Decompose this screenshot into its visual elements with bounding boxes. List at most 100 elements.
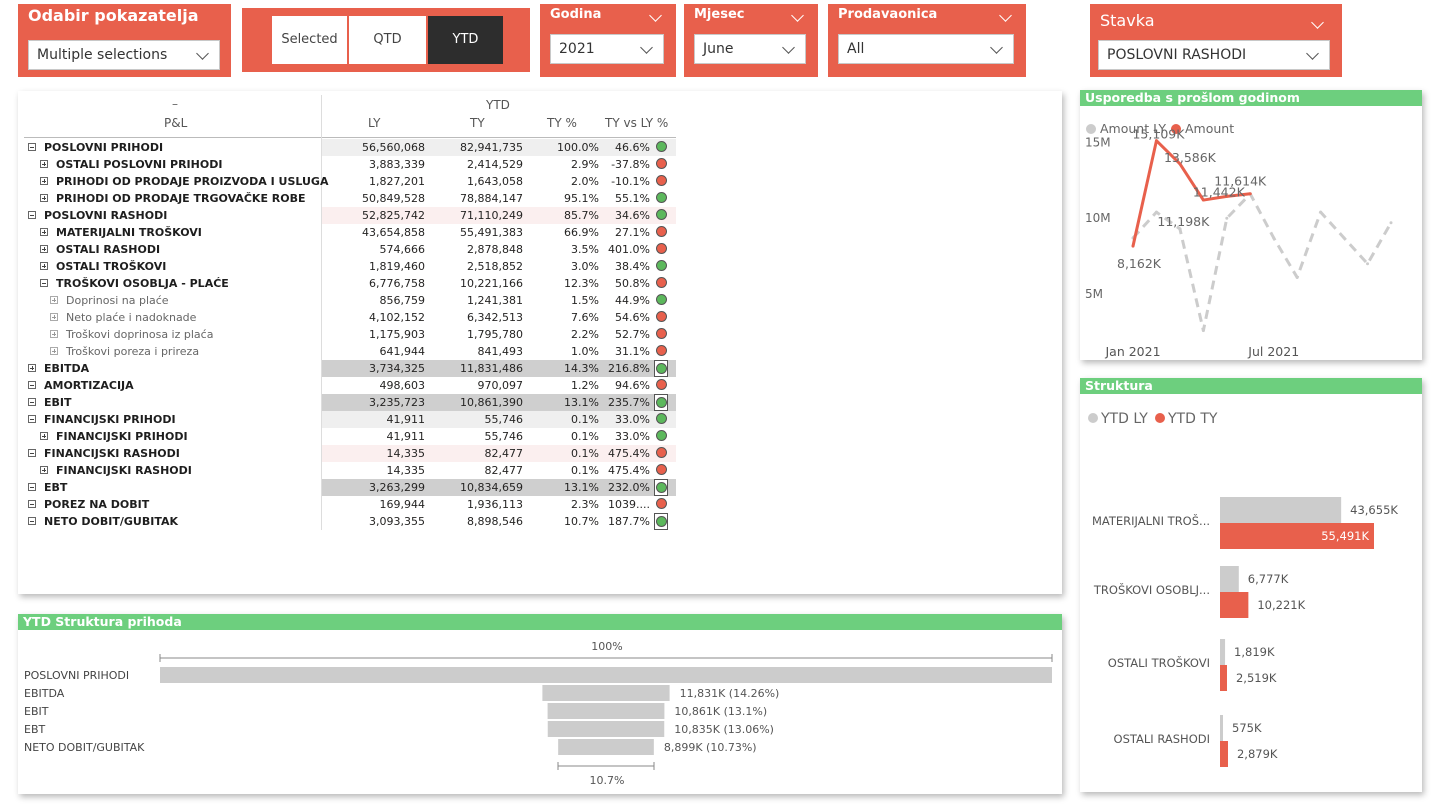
col-header-ly[interactable]: LY — [368, 116, 380, 130]
line-chart: Amount LY Amount 5M10M15M Jan 2021 Jul 20… — [1085, 121, 1393, 359]
expand-plus-icon[interactable] — [40, 177, 48, 185]
period-selected-button[interactable]: Selected — [272, 16, 347, 64]
funnel-bar[interactable] — [547, 703, 665, 719]
col-header-vs[interactable]: TY vs LY % — [605, 116, 668, 130]
expand-plus-icon[interactable] — [50, 330, 58, 338]
collapse-minus-icon[interactable] — [40, 279, 48, 287]
expand-plus-icon[interactable] — [40, 194, 48, 202]
mjesec-dropdown-value: June — [703, 41, 734, 57]
table-row: Troškovi doprinosa iz plaća 1,175,903 1,79… — [24, 326, 676, 343]
category-label: TROŠKOVI OSOBLJ... — [1093, 582, 1210, 597]
cell-ty: 2,414,529 — [467, 158, 523, 171]
stavka-dropdown[interactable]: POSLOVNI RASHODI — [1098, 40, 1330, 70]
bar-ytd-ly[interactable] — [1220, 497, 1342, 523]
pokazatelj-dropdown[interactable]: Multiple selections — [28, 40, 220, 70]
funnel-category-label: EBIT — [24, 705, 49, 718]
table-row: POREZ NA DOBIT 169,944 1,936,113 2.3% 1039..… — [24, 496, 676, 513]
collapse-chevron-icon[interactable] — [649, 9, 662, 22]
bar-ytd-ly[interactable] — [1220, 715, 1223, 741]
pl-matrix-panel: – YTD P&L LY TY TY % TY vs LY % POSLOVNI… — [18, 91, 1062, 594]
status-dot-icon — [655, 447, 667, 458]
bar-value-label: 10,221K — [1257, 598, 1305, 612]
row-label: Doprinosi na plaće — [66, 294, 169, 307]
table-row: POSLOVNI RASHODI 52,825,742 71,110,249 85.7… — [24, 207, 676, 224]
row-label: FINANCIJSKI PRIHODI — [56, 430, 188, 443]
funnel-bar[interactable] — [160, 667, 1052, 683]
funnel-value-label: 11,831K (14.26%) — [680, 687, 780, 700]
expand-plus-icon[interactable] — [40, 432, 48, 440]
cell-typ: 100.0% — [557, 141, 599, 154]
collapse-minus-icon[interactable] — [28, 449, 36, 457]
table-row: FINANCIJSKI RASHODI 14,335 82,477 0.1% 475.4… — [24, 445, 676, 462]
bar-ytd-ty[interactable] — [1220, 665, 1227, 691]
col-header-typ[interactable]: TY % — [547, 116, 577, 130]
expand-plus-icon[interactable] — [40, 160, 48, 168]
collapse-minus-icon[interactable] — [28, 211, 36, 219]
expand-plus-icon[interactable] — [50, 296, 58, 304]
data-point[interactable] — [1319, 210, 1323, 214]
godina-dropdown[interactable]: 2021 — [550, 34, 664, 64]
data-point[interactable] — [1225, 216, 1229, 220]
collapse-minus-icon[interactable] — [28, 415, 36, 423]
cell-typ: 10.7% — [564, 515, 599, 528]
collapse-chevron-icon[interactable] — [791, 9, 804, 22]
expand-plus-icon[interactable] — [28, 364, 36, 372]
status-dot-icon — [655, 413, 667, 424]
data-point[interactable] — [1342, 236, 1346, 240]
status-dot-icon — [655, 243, 667, 254]
cell-ty: 55,746 — [484, 413, 524, 426]
data-point[interactable] — [1366, 262, 1370, 266]
period-ytd-button[interactable]: YTD — [428, 16, 503, 64]
data-point[interactable] — [1248, 192, 1252, 196]
data-point[interactable] — [1295, 275, 1299, 279]
funnel-category-label: POSLOVNI PRIHODI — [24, 669, 129, 682]
data-point[interactable] — [1389, 221, 1393, 225]
expand-plus-icon[interactable] — [40, 245, 48, 253]
expand-plus-icon[interactable] — [40, 228, 48, 236]
collapse-minus-icon[interactable] — [28, 517, 36, 525]
col-header-ty[interactable]: TY — [470, 116, 485, 130]
expand-plus-icon[interactable] — [40, 262, 48, 270]
funnel-bar[interactable] — [558, 739, 654, 755]
collapse-minus-icon[interactable] — [28, 381, 36, 389]
cell-typ: 13.1% — [564, 481, 599, 494]
cell-vs: 232.0% — [608, 481, 650, 494]
collapse-minus-icon[interactable] — [28, 398, 36, 406]
bar-ytd-ly[interactable] — [1220, 639, 1226, 665]
mjesec-dropdown[interactable]: June — [694, 34, 806, 64]
bar-ytd-ly[interactable] — [1220, 566, 1239, 592]
bar-ytd-ty[interactable] — [1220, 741, 1228, 767]
prodavaonica-dropdown[interactable]: All — [838, 34, 1014, 64]
data-point[interactable] — [1272, 236, 1276, 240]
status-dot-icon — [655, 141, 667, 152]
funnel-bar[interactable] — [547, 721, 665, 737]
data-point[interactable] — [1131, 244, 1135, 248]
funnel-bar[interactable] — [542, 685, 670, 701]
status-dot-icon — [655, 363, 667, 374]
legend-marker-ytd-ly — [1088, 413, 1098, 423]
cell-typ: 0.1% — [571, 430, 599, 443]
cell-vs: 475.4% — [608, 447, 650, 460]
cell-ty: 11,831,486 — [460, 362, 523, 375]
expand-plus-icon[interactable] — [50, 313, 58, 321]
expand-plus-icon[interactable] — [50, 347, 58, 355]
status-indicator — [654, 139, 668, 156]
row-label: EBT — [44, 481, 68, 494]
expand-plus-icon[interactable] — [40, 466, 48, 474]
cell-typ: 0.1% — [571, 464, 599, 477]
row-label: POSLOVNI RASHODI — [44, 209, 168, 222]
slicer-godina: Godina 2021 — [540, 4, 676, 77]
cell-vs: 187.7% — [608, 515, 650, 528]
collapse-chevron-icon[interactable] — [1311, 16, 1324, 29]
chevron-down-icon — [640, 41, 653, 54]
row-label: MATERIJALNI TROŠKOVI — [56, 226, 202, 239]
collapse-minus-icon[interactable] — [28, 500, 36, 508]
collapse-minus-icon[interactable] — [28, 483, 36, 491]
cell-vs: 50.8% — [615, 277, 650, 290]
collapse-chevron-icon[interactable] — [999, 9, 1012, 22]
period-qtd-button[interactable]: QTD — [349, 16, 426, 64]
data-point[interactable] — [1201, 329, 1205, 333]
table-row: EBIT 3,235,723 10,861,390 13.1% 235.7% — [24, 394, 676, 411]
collapse-minus-icon[interactable] — [28, 143, 36, 151]
bar-ytd-ty[interactable] — [1220, 592, 1249, 618]
